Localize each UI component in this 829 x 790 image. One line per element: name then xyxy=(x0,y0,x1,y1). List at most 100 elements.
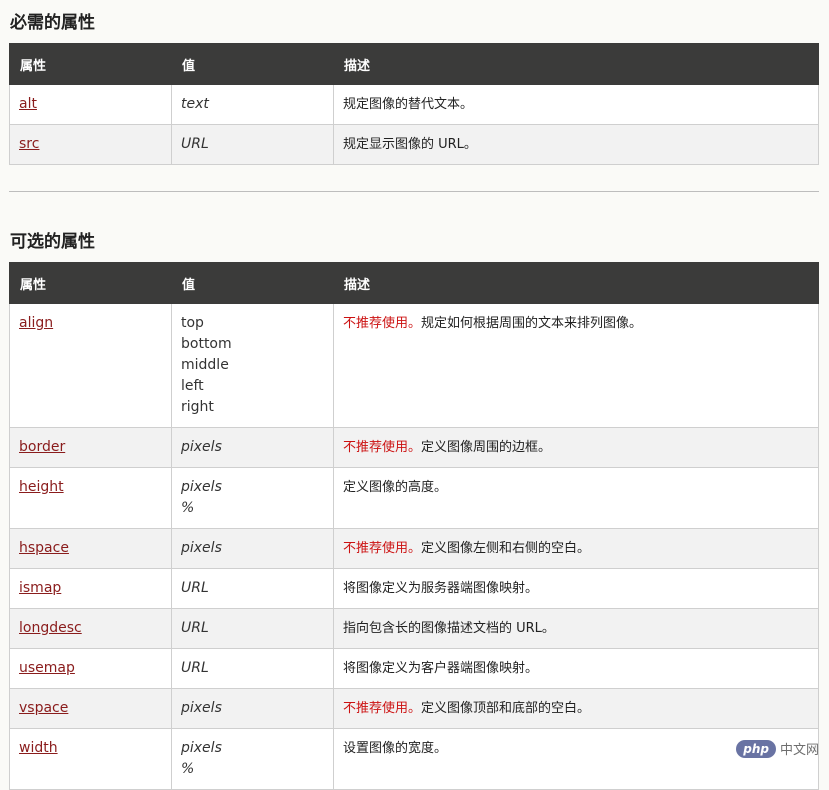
attribute-link[interactable]: ismap xyxy=(19,580,61,596)
value-text: % xyxy=(181,500,195,516)
value-cell: pixels xyxy=(171,688,334,729)
attribute-cell: hspace xyxy=(9,528,172,569)
attribute-cell: usemap xyxy=(9,648,172,689)
value-text: pixels xyxy=(181,439,222,455)
required-attributes-heading: 必需的属性 xyxy=(10,13,95,33)
table-row: width pixels% 设置图像的宽度。 xyxy=(9,728,819,790)
watermark-text: 中文网 xyxy=(779,743,819,758)
attribute-link[interactable]: align xyxy=(19,315,53,331)
attribute-cell: align xyxy=(9,303,172,428)
deprecated-label: 不推荐使用。 xyxy=(343,701,422,716)
value-cell: top bottom middle left right xyxy=(171,303,334,428)
table-row: src URL 规定显示图像的 URL。 xyxy=(9,124,819,165)
deprecated-label: 不推荐使用。 xyxy=(343,541,422,556)
description-cell: 将图像定义为服务器端图像映射。 xyxy=(333,568,819,609)
attribute-link[interactable]: longdesc xyxy=(19,620,82,636)
value-text: pixels xyxy=(181,479,222,495)
table-header-row: 属性 值 描述 xyxy=(9,262,819,304)
header-attribute: 属性 xyxy=(9,262,172,304)
value-text: URL xyxy=(181,620,209,636)
value-text: pixels xyxy=(181,740,222,756)
attribute-cell: longdesc xyxy=(9,608,172,649)
attribute-link[interactable]: usemap xyxy=(19,660,75,676)
attribute-cell: vspace xyxy=(9,688,172,729)
attribute-link[interactable]: border xyxy=(19,439,65,455)
table-row: hspace pixels 不推荐使用。定义图像左侧和右侧的空白。 xyxy=(9,528,819,569)
header-description: 描述 xyxy=(333,43,819,85)
header-value: 值 xyxy=(171,43,334,85)
description-cell: 规定显示图像的 URL。 xyxy=(333,124,819,165)
value-cell: pixels xyxy=(171,427,334,468)
attribute-link[interactable]: width xyxy=(19,740,58,756)
value-text: pixels xyxy=(181,540,222,556)
description-text: 将图像定义为客户器端图像映射。 xyxy=(343,661,539,676)
table-row: vspace pixels 不推荐使用。定义图像顶部和底部的空白。 xyxy=(9,688,819,729)
attribute-cell: width xyxy=(9,728,172,790)
description-cell: 规定图像的替代文本。 xyxy=(333,84,819,125)
attribute-cell: alt xyxy=(9,84,172,125)
value-cell: pixels% xyxy=(171,467,334,529)
attribute-link[interactable]: src xyxy=(19,136,39,152)
description-text: 定义图像的高度。 xyxy=(343,480,448,495)
value-text: URL xyxy=(181,580,209,596)
required-table-body: alt text 规定图像的替代文本。 src URL 规定显示图像的 URL。 xyxy=(9,84,819,165)
description-text: 定义图像左侧和右侧的空白。 xyxy=(421,541,591,556)
deprecated-label: 不推荐使用。 xyxy=(343,316,422,331)
value-cell: URL xyxy=(171,568,334,609)
description-cell: 不推荐使用。规定如何根据周围的文本来排列图像。 xyxy=(333,303,819,428)
value-cell: URL xyxy=(171,124,334,165)
php-logo-icon: php xyxy=(736,739,776,758)
description-text: 规定图像的替代文本。 xyxy=(343,97,474,112)
attribute-link[interactable]: alt xyxy=(19,96,37,112)
description-cell: 将图像定义为客户器端图像映射。 xyxy=(333,648,819,689)
value-text: middle xyxy=(181,357,229,373)
value-text: pixels xyxy=(181,700,222,716)
value-cell: URL xyxy=(171,608,334,649)
attribute-cell: border xyxy=(9,427,172,468)
description-cell: 不推荐使用。定义图像顶部和底部的空白。 xyxy=(333,688,819,729)
required-attributes-table: 属性 值 描述 alt text 规定图像的替代文本。 src URL 规定显示图像的 U… xyxy=(9,43,819,165)
php-cn-watermark: php 中文网 xyxy=(736,739,819,758)
attribute-cell: ismap xyxy=(9,568,172,609)
description-cell: 定义图像的高度。 xyxy=(333,467,819,529)
value-cell: URL xyxy=(171,648,334,689)
attribute-link[interactable]: hspace xyxy=(19,540,69,556)
value-cell: text xyxy=(171,84,334,125)
attribute-link[interactable]: height xyxy=(19,479,64,495)
value-text: right xyxy=(181,399,214,415)
table-row: border pixels 不推荐使用。定义图像周围的边框。 xyxy=(9,427,819,468)
description-cell: 不推荐使用。定义图像周围的边框。 xyxy=(333,427,819,468)
optional-attributes-heading: 可选的属性 xyxy=(10,232,95,252)
value-cell: pixels% xyxy=(171,728,334,790)
description-cell: 指向包含长的图像描述文档的 URL。 xyxy=(333,608,819,649)
description-text: 定义图像周围的边框。 xyxy=(421,440,552,455)
value-text: URL xyxy=(181,136,209,152)
table-header-row: 属性 值 描述 xyxy=(9,43,819,85)
value-text: left xyxy=(181,378,204,394)
header-value: 值 xyxy=(171,262,334,304)
attribute-cell: height xyxy=(9,467,172,529)
section-divider xyxy=(9,191,819,192)
table-row: height pixels% 定义图像的高度。 xyxy=(9,467,819,529)
description-cell: 设置图像的宽度。 xyxy=(333,728,819,790)
value-text: URL xyxy=(181,660,209,676)
value-text: bottom xyxy=(181,336,232,352)
value-text: % xyxy=(181,761,195,777)
table-row: usemap URL 将图像定义为客户器端图像映射。 xyxy=(9,648,819,689)
attribute-link[interactable]: vspace xyxy=(19,700,68,716)
deprecated-label: 不推荐使用。 xyxy=(343,440,422,455)
description-text: 设置图像的宽度。 xyxy=(343,741,448,756)
description-text: 规定显示图像的 URL。 xyxy=(343,137,477,152)
table-row: align top bottom middle left right 不推荐使用。规定如何根… xyxy=(9,303,819,428)
header-description: 描述 xyxy=(333,262,819,304)
description-text: 将图像定义为服务器端图像映射。 xyxy=(343,581,539,596)
optional-table-body: align top bottom middle left right 不推荐使用。规定如何根… xyxy=(9,303,819,790)
attribute-cell: src xyxy=(9,124,172,165)
optional-attributes-table: 属性 值 描述 align top bottom middle left right 不推荐… xyxy=(9,262,819,790)
description-text: 规定如何根据周围的文本来排列图像。 xyxy=(421,316,643,331)
value-text: top xyxy=(181,315,204,331)
description-text: 定义图像顶部和底部的空白。 xyxy=(421,701,591,716)
table-row: ismap URL 将图像定义为服务器端图像映射。 xyxy=(9,568,819,609)
description-text: 指向包含长的图像描述文档的 URL。 xyxy=(343,621,555,636)
table-row: longdesc URL 指向包含长的图像描述文档的 URL。 xyxy=(9,608,819,649)
